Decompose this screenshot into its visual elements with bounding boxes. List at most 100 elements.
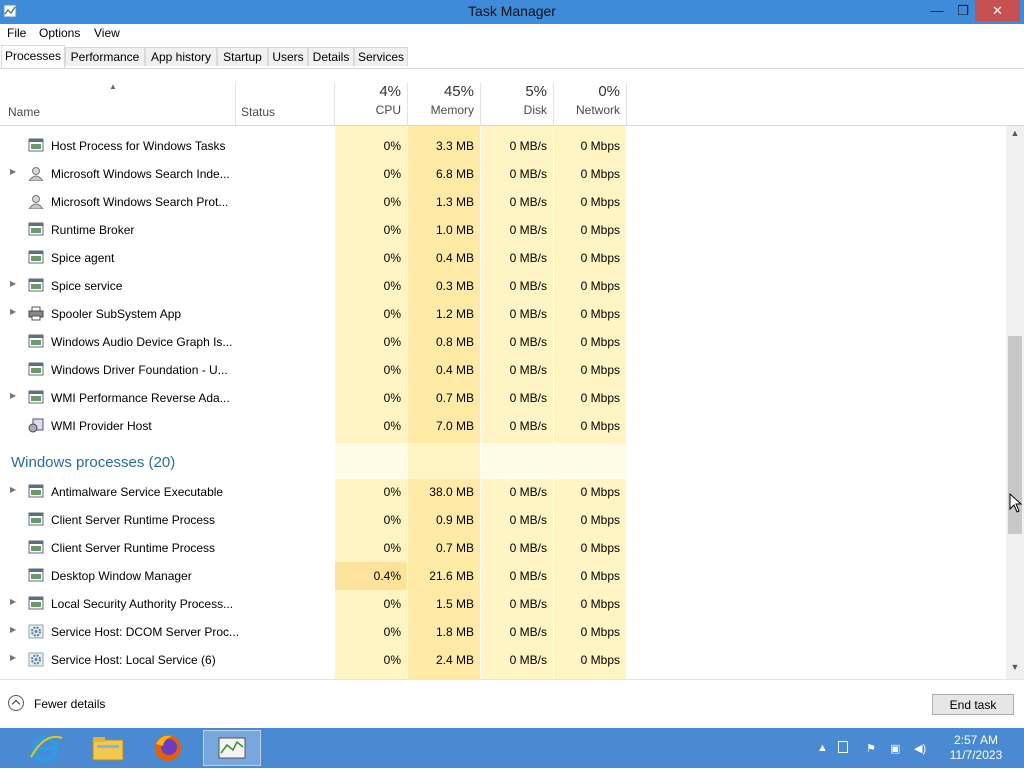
file-explorer-icon[interactable]: [79, 730, 137, 766]
disk-value: 0 MB/s: [509, 195, 547, 209]
process-row[interactable]: Desktop Window Manager 0.4% 21.6 MB 0 MB/s 0…: [0, 562, 1006, 590]
cpu-value: 0%: [383, 167, 401, 181]
process-row[interactable]: ▶ WMI Performance Reverse Ada... 0% 0.7 MB 0…: [0, 384, 1006, 412]
column-disk[interactable]: 5% Disk: [481, 83, 547, 117]
network-value: 0 Mbps: [580, 625, 620, 639]
process-row[interactable]: Spice agent 0% 0.4 MB 0 MB/s 0 Mbps: [0, 244, 1006, 272]
process-row[interactable]: ▶ Antimalware Service Executable 0% 38.0 MB…: [0, 478, 1006, 506]
column-network[interactable]: 0% Network: [554, 83, 620, 117]
process-name: Spice service: [51, 279, 123, 293]
process-name: WMI Performance Reverse Ada...: [51, 391, 230, 405]
tab-users[interactable]: Users: [268, 47, 308, 66]
network-icon[interactable]: ▣: [890, 742, 900, 755]
expand-chevron-icon[interactable]: ▶: [10, 167, 16, 176]
restore-button[interactable]: ❐: [950, 0, 976, 21]
process-row[interactable]: Host Process for Windows Tasks 0% 3.3 MB 0 …: [0, 132, 1006, 160]
clock[interactable]: 2:57 AM 11/7/2023: [940, 733, 1012, 763]
memory-value: 0.7 MB: [435, 541, 474, 555]
cpu-value: 0%: [383, 419, 401, 433]
menu-file[interactable]: File: [7, 26, 26, 40]
process-row[interactable]: WMI Provider Host 0% 7.0 MB 0 MB/s 0 Mbps: [0, 412, 1006, 440]
show-hidden-icons-icon[interactable]: ▲: [817, 742, 828, 754]
end-task-button[interactable]: End task: [932, 694, 1014, 715]
expand-chevron-icon[interactable]: ▶: [10, 597, 16, 606]
service-window-icon: [28, 390, 44, 405]
tab-app-history[interactable]: App history: [145, 47, 217, 66]
volume-icon[interactable]: ◀): [914, 742, 926, 755]
disk-value: 0 MB/s: [509, 391, 547, 405]
service-window-icon: [28, 484, 44, 499]
minimize-button[interactable]: —: [924, 0, 950, 21]
disk-value: 0 MB/s: [509, 513, 547, 527]
scroll-up-icon[interactable]: ▲: [1006, 128, 1024, 144]
title-bar[interactable]: Task Manager — ❐ ✕: [0, 0, 1024, 24]
internet-explorer-icon[interactable]: [16, 730, 74, 766]
process-name: Windows Audio Device Graph Is...: [51, 335, 233, 349]
process-row[interactable]: ▶ Service Host: Local Service (6) 0% 2.4 MB…: [0, 646, 1006, 674]
cpu-value: 0%: [383, 307, 401, 321]
search-user-icon: [28, 166, 44, 182]
cpu-value: 0%: [383, 597, 401, 611]
group-gap-bg: [481, 443, 626, 479]
column-name[interactable]: Name: [8, 105, 40, 119]
close-button[interactable]: ✕: [975, 0, 1020, 21]
cpu-value: 0.4%: [373, 569, 401, 583]
process-list[interactable]: Windows processes (20) Host Process for …: [0, 126, 1006, 679]
column-divider: [235, 83, 236, 125]
memory-value: 0.4 MB: [435, 251, 474, 265]
network-value: 0 Mbps: [580, 223, 620, 237]
tab-processes[interactable]: Processes: [1, 45, 65, 68]
column-cpu[interactable]: 4% CPU: [335, 83, 401, 117]
menu-options[interactable]: Options: [39, 26, 80, 40]
expand-chevron-icon[interactable]: ▶: [10, 391, 16, 400]
process-name: WMI Provider Host: [51, 419, 152, 433]
expand-chevron-icon[interactable]: ▶: [10, 485, 16, 494]
process-row[interactable]: ▶ Microsoft Windows Search Inde... 0% 6.8 M…: [0, 160, 1006, 188]
process-row[interactable]: Runtime Broker 0% 1.0 MB 0 MB/s 0 Mbps: [0, 216, 1006, 244]
tab-startup[interactable]: Startup: [217, 47, 268, 66]
expand-chevron-icon[interactable]: ▶: [10, 653, 16, 662]
process-row[interactable]: Windows Driver Foundation - U... 0% 0.4 MB…: [0, 356, 1006, 384]
network-value: 0 Mbps: [580, 307, 620, 321]
scroll-down-icon[interactable]: ▼: [1006, 662, 1024, 678]
vertical-scrollbar[interactable]: ▲ ▼: [1006, 126, 1024, 679]
process-row[interactable]: ▶ Local Security Authority Process... 0% 1.…: [0, 590, 1006, 618]
menu-view[interactable]: View: [94, 26, 120, 40]
cpu-value: 0%: [383, 335, 401, 349]
process-row[interactable]: Client Server Runtime Process 0% 0.7 MB 0 M…: [0, 534, 1006, 562]
memory-value: 0.9 MB: [435, 513, 474, 527]
task-manager-taskbar-button[interactable]: [203, 730, 261, 766]
flag-icon[interactable]: ⚑: [866, 742, 876, 755]
gear-icon: [28, 624, 44, 639]
disk-value: 0 MB/s: [509, 307, 547, 321]
clock-date: 11/7/2023: [949, 748, 1003, 762]
expand-chevron-icon[interactable]: ▶: [10, 279, 16, 288]
tab-performance[interactable]: Performance: [65, 47, 145, 66]
disk-value: 0 MB/s: [509, 363, 547, 377]
disk-value: 0 MB/s: [509, 419, 547, 433]
tab-services[interactable]: Services: [354, 47, 408, 66]
network-value: 0 Mbps: [580, 195, 620, 209]
process-row[interactable]: ▶ Spooler SubSystem App 0% 1.2 MB 0 MB/s 0 Mb…: [0, 300, 1006, 328]
expand-chevron-icon[interactable]: ▶: [10, 307, 16, 316]
process-row[interactable]: Client Server Runtime Process 0% 0.9 MB 0 M…: [0, 506, 1006, 534]
process-row[interactable]: ▶ Service Host: DCOM Server Proc... 0% 1.8 …: [0, 618, 1006, 646]
desktop-icon[interactable]: [838, 741, 848, 753]
tab-details[interactable]: Details: [308, 47, 354, 66]
process-row[interactable]: Windows Audio Device Graph Is... 0% 0.8 MB…: [0, 328, 1006, 356]
network-value: 0 Mbps: [580, 335, 620, 349]
process-row[interactable]: Microsoft Windows Search Prot... 0% 1.3 MB…: [0, 188, 1006, 216]
disk-value: 0 MB/s: [509, 335, 547, 349]
search-user-icon: [28, 194, 44, 210]
service-window-icon: [28, 250, 44, 265]
group-windows-processes[interactable]: Windows processes (20): [11, 454, 175, 471]
fewer-details-link[interactable]: Fewer details: [34, 697, 105, 711]
column-status[interactable]: Status: [241, 105, 275, 119]
firefox-icon[interactable]: [139, 730, 197, 766]
chevron-up-circle-icon[interactable]: [8, 695, 24, 711]
process-row[interactable]: ▶ Spice service 0% 0.3 MB 0 MB/s 0 Mbps: [0, 272, 1006, 300]
column-memory[interactable]: 45% Memory: [408, 83, 474, 117]
cpu-value: 0%: [383, 363, 401, 377]
expand-chevron-icon[interactable]: ▶: [10, 625, 16, 634]
window-title: Task Manager: [468, 3, 556, 19]
